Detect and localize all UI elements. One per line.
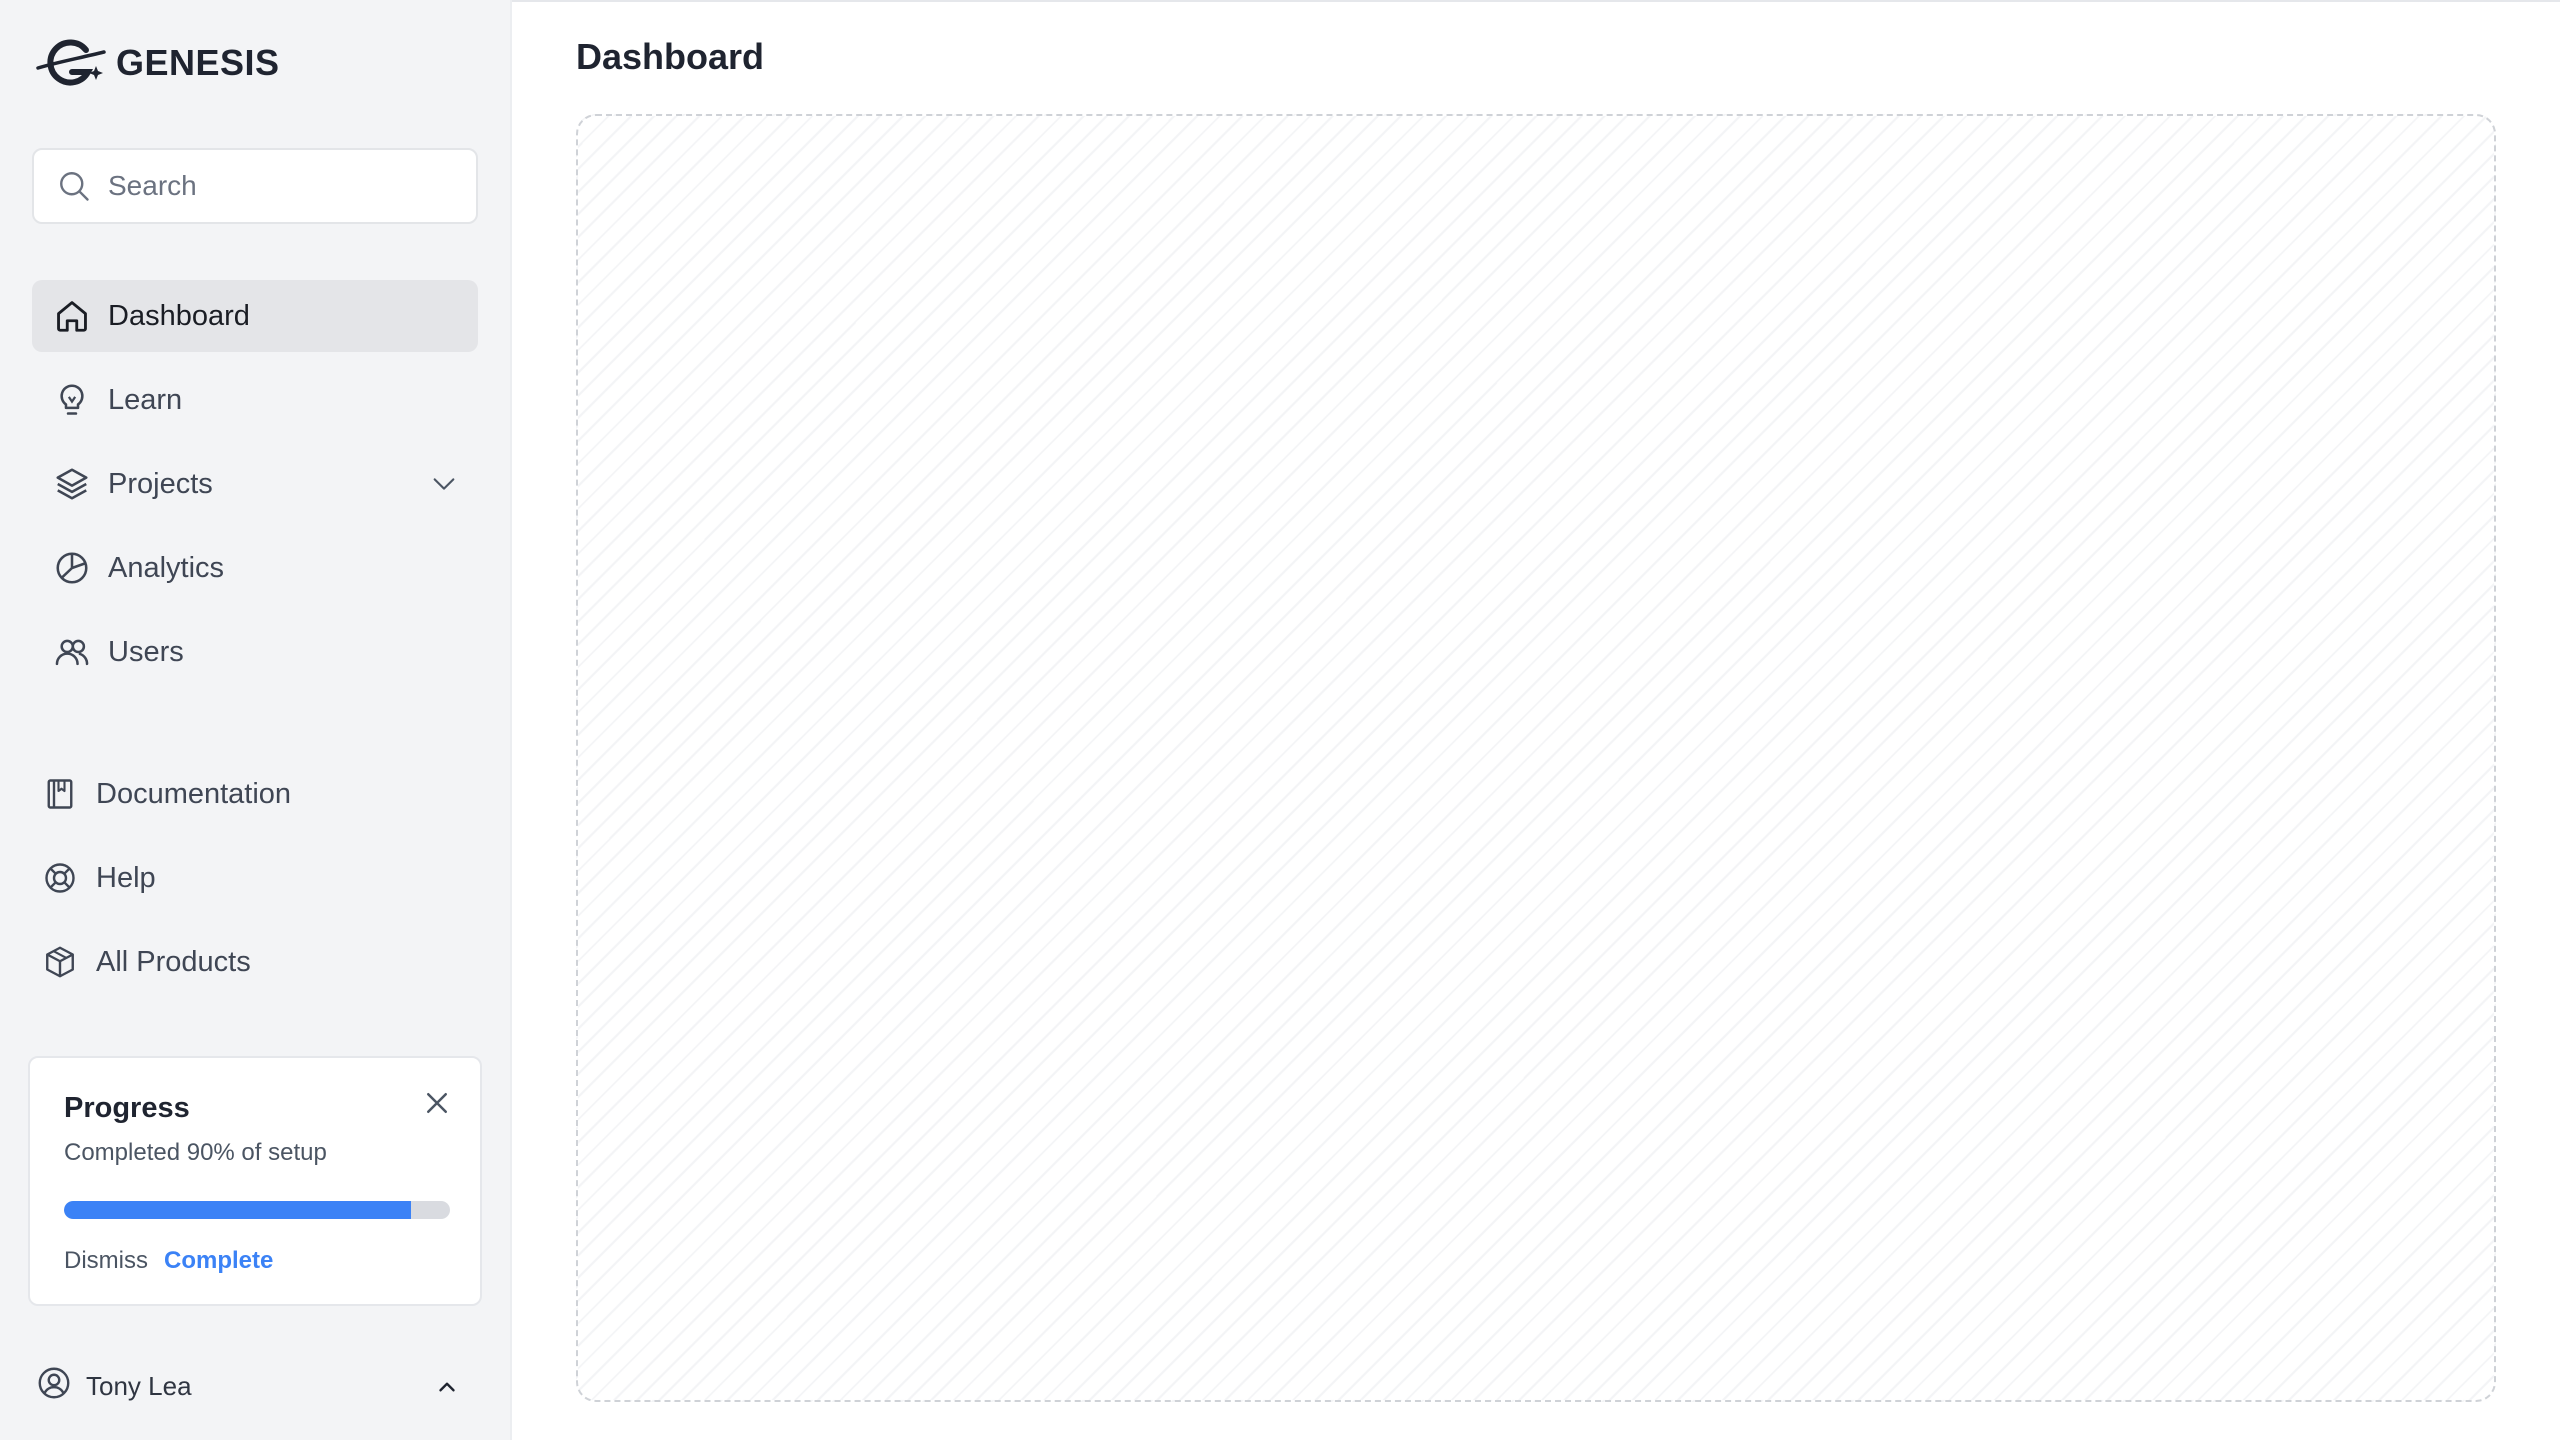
sidebar: GENESIS Dashboard Learn P [0,0,512,1440]
sidebar-item-label: Learn [108,383,183,416]
sidebar-item-label: Documentation [96,777,292,810]
search-input[interactable] [108,170,468,202]
progress-bar-fill [64,1201,412,1219]
progress-title: Progress [64,1092,190,1124]
cube-icon [40,942,80,982]
user-circle-icon [36,1365,72,1408]
top-divider [512,0,2560,2]
user-name: Tony Lea [86,1370,192,1401]
chevron-up-icon[interactable] [434,1374,460,1400]
dismiss-button[interactable]: Dismiss [64,1247,148,1275]
user-menu[interactable]: Tony Lea [36,1366,476,1406]
users-icon [52,632,92,672]
sidebar-item-documentation[interactable]: Documentation [32,758,478,830]
search-box[interactable] [32,148,478,224]
sidebar-item-analytics[interactable]: Analytics [32,532,478,604]
brand-logo[interactable]: GENESIS [34,36,280,90]
book-icon [40,774,80,814]
sidebar-item-dashboard[interactable]: Dashboard [32,280,478,352]
close-icon[interactable] [422,1088,452,1118]
sidebar-item-help[interactable]: Help [32,842,478,914]
sidebar-item-learn[interactable]: Learn [32,364,478,436]
layers-icon [52,464,92,504]
progress-card: Progress Completed 90% of setup Dismiss … [28,1056,482,1306]
progress-bar [64,1201,450,1219]
search-icon [60,172,89,201]
app-root: GENESIS Dashboard Learn P [0,0,2560,1440]
sidebar-item-label: Help [96,861,156,894]
sidebar-item-all-products[interactable]: All Products [32,926,478,998]
page-title: Dashboard [576,36,765,77]
sidebar-item-label: Dashboard [108,299,250,332]
brand-name: GENESIS [116,42,280,83]
sidebar-item-projects[interactable]: Projects [32,448,478,520]
sidebar-item-label: Analytics [108,551,225,584]
lightbulb-icon [52,380,92,420]
complete-button[interactable]: Complete [164,1247,273,1275]
content-placeholder [576,114,2496,1402]
pie-chart-icon [52,548,92,588]
sidebar-item-label: Users [108,635,184,668]
sidebar-item-label: Projects [108,467,213,500]
chevron-down-icon[interactable] [430,470,458,498]
progress-subtitle: Completed 90% of setup [64,1139,327,1166]
home-icon [52,296,92,336]
sidebar-item-users[interactable]: Users [32,616,478,688]
lifebuoy-icon [40,858,80,898]
genesis-logo-icon [36,39,106,86]
sidebar-item-label: All Products [96,945,251,978]
progress-actions: Dismiss Complete [64,1247,446,1275]
